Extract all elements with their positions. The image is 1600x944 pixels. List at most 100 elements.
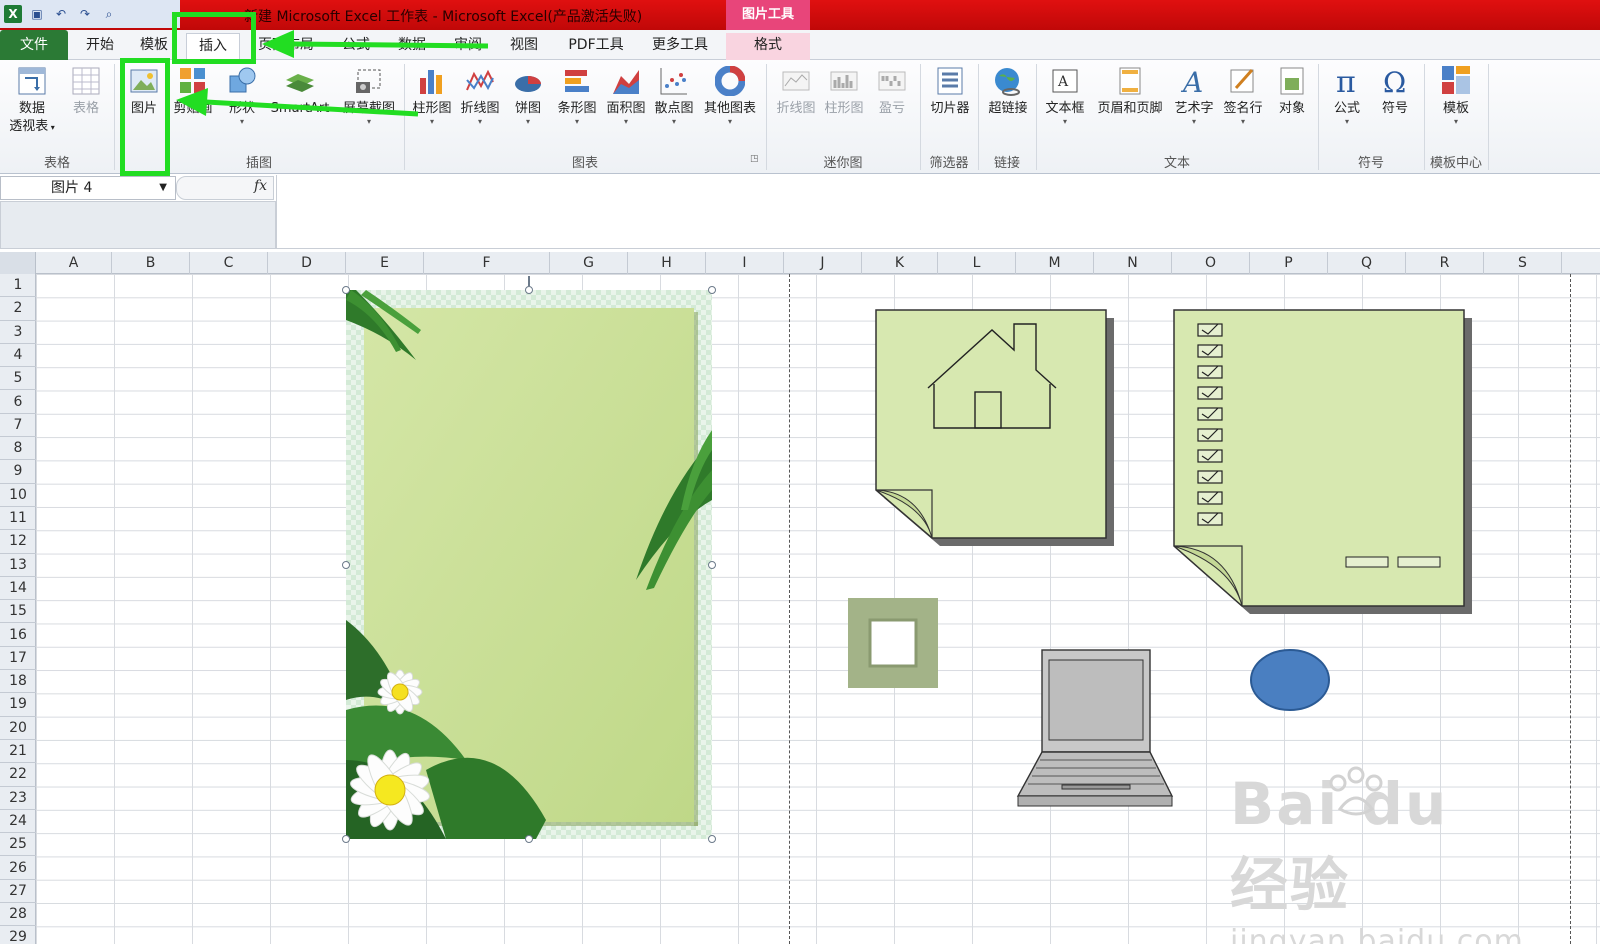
tab-home[interactable]: 开始 <box>76 33 124 60</box>
column-header[interactable]: J <box>784 252 862 274</box>
text-box-button[interactable]: A 文本框 ▾ <box>1040 64 1090 126</box>
shapes-button[interactable]: 形状 ▾ <box>220 64 264 126</box>
resize-handle[interactable] <box>708 835 716 843</box>
tab-more-tools[interactable]: 更多工具 <box>644 33 716 60</box>
selected-picture[interactable] <box>346 290 712 839</box>
row-header[interactable]: 19 <box>0 693 36 717</box>
insert-function-icon[interactable]: fx <box>254 178 267 194</box>
row-header[interactable]: 25 <box>0 833 36 857</box>
column-header[interactable]: P <box>1250 252 1328 274</box>
equation-button[interactable]: π 公式 ▾ <box>1324 64 1370 126</box>
scatter-chart-button[interactable]: 散点图 ▾ <box>650 64 698 126</box>
house-note-shape[interactable] <box>874 308 1124 552</box>
column-header[interactable]: I <box>706 252 784 274</box>
row-header[interactable]: 24 <box>0 810 36 834</box>
column-header[interactable]: B <box>112 252 190 274</box>
formula-input[interactable] <box>278 175 1600 249</box>
pivot-table-button[interactable]: 数据 透视表 ▾ <box>2 64 62 137</box>
row-header[interactable]: 29 <box>0 926 36 944</box>
column-header[interactable]: E <box>346 252 424 274</box>
column-header[interactable]: Q <box>1328 252 1406 274</box>
tab-file[interactable]: 文件 <box>0 30 68 60</box>
find-icon[interactable]: ⌕ <box>100 5 118 23</box>
row-header[interactable]: 21 <box>0 740 36 764</box>
checklist-note-shape[interactable] <box>1172 308 1474 616</box>
column-header[interactable]: H <box>628 252 706 274</box>
row-header[interactable]: 11 <box>0 507 36 531</box>
row-header[interactable]: 2 <box>0 297 36 321</box>
resize-handle[interactable] <box>708 561 716 569</box>
template-button[interactable]: 模板 ▾ <box>1430 64 1482 126</box>
sparkline-column-button[interactable]: 柱形图 <box>820 64 868 118</box>
resize-handle[interactable] <box>342 286 350 294</box>
line-chart-button[interactable]: 折线图 ▾ <box>456 64 504 126</box>
row-header[interactable]: 13 <box>0 554 36 577</box>
column-header[interactable]: O <box>1172 252 1250 274</box>
signature-line-button[interactable]: 签名行 ▾ <box>1218 64 1268 126</box>
chevron-down-icon[interactable]: ▼ <box>159 177 167 199</box>
row-header[interactable]: 4 <box>0 344 36 368</box>
save-icon[interactable]: ▣ <box>28 5 46 23</box>
column-header[interactable]: G <box>550 252 628 274</box>
row-header[interactable]: 12 <box>0 530 36 554</box>
excel-icon[interactable]: X <box>4 5 22 23</box>
smartart-button[interactable]: SmartArt <box>266 64 334 118</box>
row-header[interactable]: 22 <box>0 763 36 787</box>
row-header[interactable]: 14 <box>0 577 36 601</box>
row-header[interactable]: 27 <box>0 880 36 904</box>
row-header[interactable]: 8 <box>0 437 36 461</box>
row-header[interactable]: 7 <box>0 414 36 438</box>
row-header[interactable]: 16 <box>0 624 36 647</box>
column-chart-button[interactable]: 柱形图 ▾ <box>408 64 456 126</box>
header-footer-button[interactable]: 页眉和页脚 <box>1092 64 1168 118</box>
resize-handle[interactable] <box>525 286 533 294</box>
name-box[interactable]: 图片 4 ▼ <box>0 176 176 200</box>
column-header[interactable]: N <box>1094 252 1172 274</box>
resize-handle[interactable] <box>342 561 350 569</box>
column-header[interactable]: D <box>268 252 346 274</box>
row-header[interactable]: 9 <box>0 460 36 484</box>
tab-page-layout[interactable]: 页面布局 <box>250 33 322 60</box>
pie-chart-button[interactable]: 饼图 ▾ <box>506 64 550 126</box>
oval-shape[interactable] <box>1248 648 1332 712</box>
undo-icon[interactable]: ↶ <box>52 5 70 23</box>
row-header[interactable]: 6 <box>0 391 36 414</box>
bar-chart-button[interactable]: 条形图 ▾ <box>552 64 602 126</box>
frame-shape[interactable] <box>848 598 940 690</box>
sparkline-line-button[interactable]: 折线图 <box>772 64 820 118</box>
column-header[interactable]: M <box>1016 252 1094 274</box>
column-header[interactable]: F <box>424 252 550 274</box>
tab-view[interactable]: 视图 <box>500 33 548 60</box>
hyperlink-button[interactable]: 超链接 <box>982 64 1034 118</box>
row-header[interactable]: 18 <box>0 670 36 694</box>
resize-handle[interactable] <box>342 835 350 843</box>
other-charts-button[interactable]: 其他图表 ▾ <box>700 64 760 126</box>
tab-template[interactable]: 模板 <box>130 33 178 60</box>
sparkline-winloss-button[interactable]: 盈亏 <box>870 64 914 118</box>
wordart-button[interactable]: A 艺术字 ▾ <box>1170 64 1218 126</box>
row-header[interactable]: 5 <box>0 367 36 391</box>
object-button[interactable]: 对象 <box>1270 64 1314 118</box>
column-header[interactable]: R <box>1406 252 1484 274</box>
column-header[interactable]: C <box>190 252 268 274</box>
row-header[interactable]: 20 <box>0 717 36 740</box>
column-header[interactable]: A <box>36 252 112 274</box>
row-header[interactable]: 26 <box>0 857 36 880</box>
symbol-button[interactable]: Ω 符号 <box>1372 64 1418 118</box>
row-header[interactable]: 1 <box>0 274 36 298</box>
column-header[interactable]: K <box>862 252 938 274</box>
row-header[interactable]: 10 <box>0 484 36 507</box>
column-header[interactable]: S <box>1484 252 1562 274</box>
column-header[interactable]: L <box>938 252 1016 274</box>
screenshot-button[interactable]: 屏幕截图 ▾ <box>336 64 402 126</box>
tab-review[interactable]: 审阅 <box>444 33 492 60</box>
area-chart-button[interactable]: 面积图 ▾ <box>602 64 650 126</box>
row-header[interactable]: 3 <box>0 321 36 344</box>
resize-handle[interactable] <box>708 286 716 294</box>
row-header[interactable]: 23 <box>0 787 36 810</box>
rotate-handle[interactable] <box>528 276 530 286</box>
row-header[interactable]: 15 <box>0 600 36 624</box>
tab-format[interactable]: 格式 <box>726 33 810 60</box>
tab-data[interactable]: 数据 <box>388 33 436 60</box>
laptop-icon[interactable] <box>1016 648 1176 808</box>
